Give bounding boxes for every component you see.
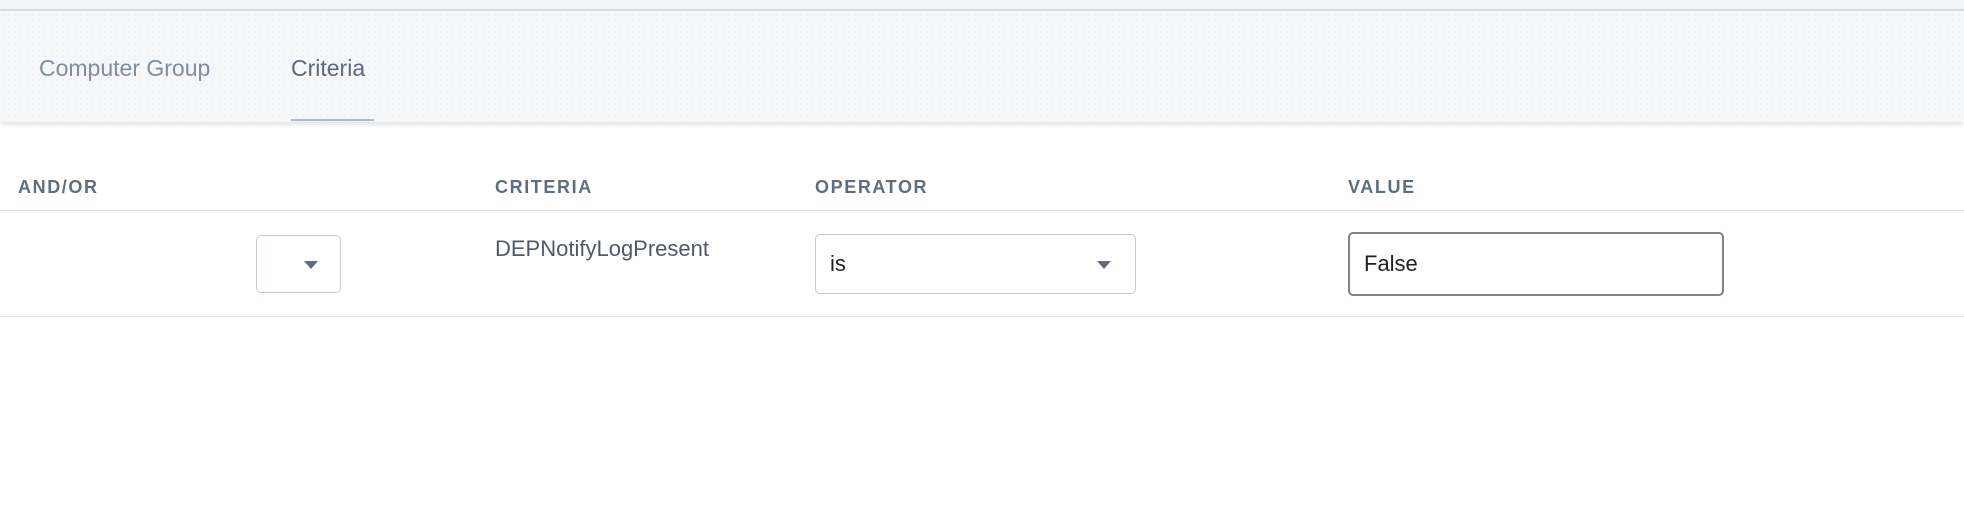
chevron-down-icon [1097,261,1111,269]
column-header-and-or: AND/OR [18,177,99,197]
value-input[interactable]: False [1348,232,1724,296]
tab-criteria[interactable]: Criteria [291,54,365,82]
active-tab-indicator [291,119,374,121]
value-input-text: False [1364,251,1418,276]
table-header-divider [0,210,1964,211]
tab-computer-group[interactable]: Computer Group [39,54,210,82]
chevron-down-icon [304,261,318,269]
operator-select[interactable]: is [815,234,1136,294]
tab-bar: Computer Group Criteria [0,11,1964,122]
table-row-divider [0,316,1964,317]
operator-selected-value: is [830,251,846,276]
top-strip [0,0,1964,11]
and-or-select[interactable] [256,235,341,293]
column-header-value: VALUE [1348,177,1416,197]
criteria-name: DEPNotifyLogPresent [495,236,709,261]
column-header-operator: OPERATOR [815,177,929,197]
column-header-criteria: CRITERIA [495,177,593,197]
